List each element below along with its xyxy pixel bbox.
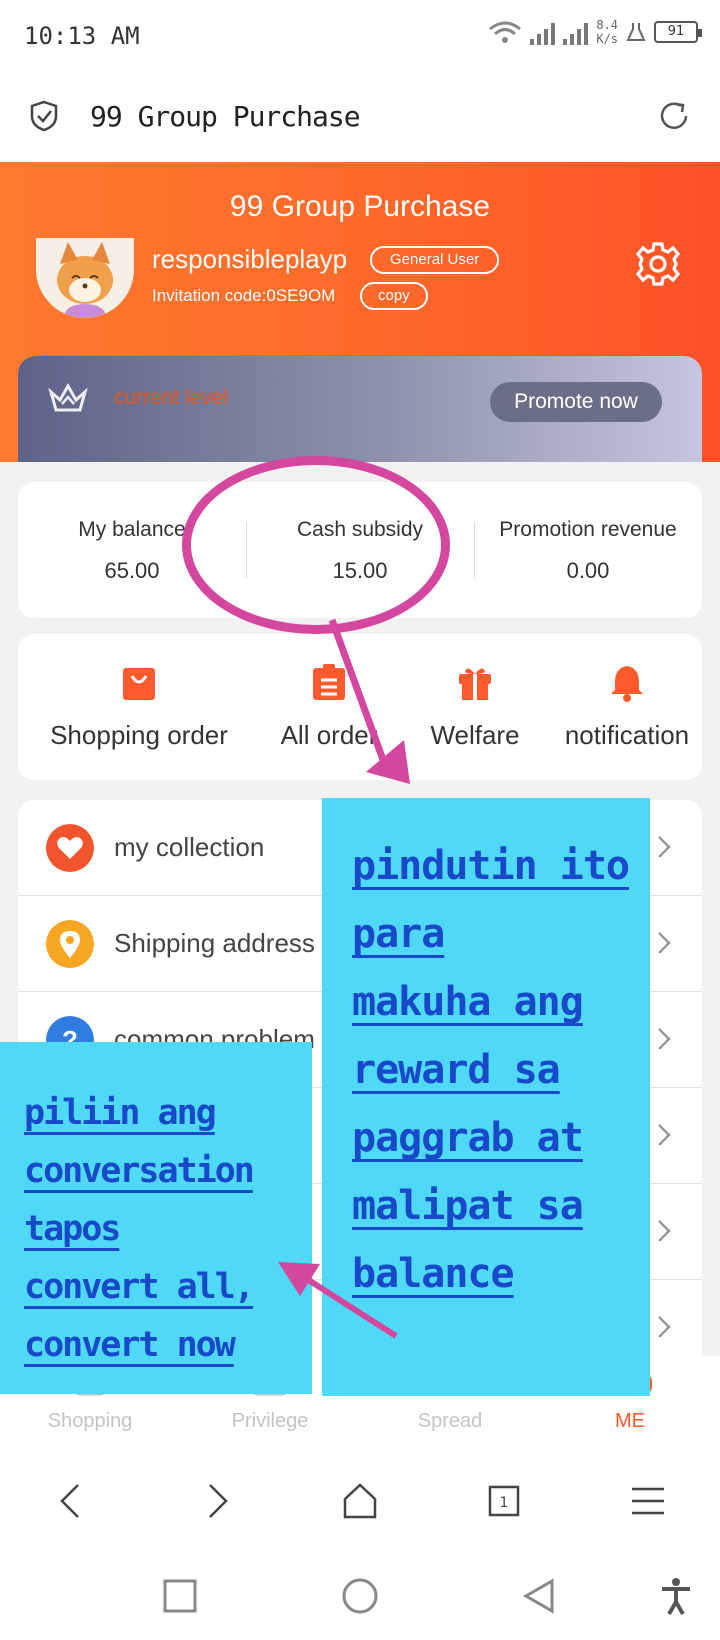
promote-now-button[interactable]: Promote now — [490, 382, 662, 422]
status-bar: 10:13 AM 8.4 K/s 91 — [0, 0, 720, 72]
signal-icon — [530, 19, 556, 45]
menu-label: my collection — [114, 832, 265, 862]
tab-label: Shopping — [47, 1410, 133, 1432]
recent-apps-icon[interactable] — [160, 1576, 200, 1616]
copy-button[interactable]: copy — [360, 282, 428, 310]
order-item-all-order[interactable]: All order — [260, 634, 398, 780]
order-label: All order — [280, 720, 378, 750]
annotation-note-left: piliin ang conversation tapos convert al… — [0, 1042, 312, 1394]
gear-icon[interactable] — [634, 240, 682, 288]
menu-icon[interactable] — [628, 1481, 668, 1521]
balance-item-promotion-revenue[interactable]: Promotion revenue 0.00 — [474, 482, 702, 618]
invitation-code: Invitation code:0SE9OM — [152, 286, 336, 305]
heart-icon — [46, 824, 94, 872]
refresh-icon[interactable] — [656, 98, 692, 134]
battery-icon: 91 — [654, 21, 702, 43]
avatar[interactable] — [36, 238, 134, 318]
status-time: 10:13 AM — [24, 22, 140, 50]
signal-icon-2 — [563, 19, 589, 45]
order-item-welfare[interactable]: Welfare — [398, 634, 552, 780]
home-icon[interactable] — [340, 1481, 380, 1521]
svg-text:1: 1 — [500, 1495, 509, 1511]
balance-value: 0.00 — [566, 558, 610, 583]
orders-card: Shopping order All order Welfare notific… — [18, 634, 702, 780]
username: responsibleplayp — [152, 244, 348, 274]
chevron-right-icon — [658, 1028, 671, 1050]
net-speed-value: 8.4 — [596, 18, 618, 32]
balance-label: Promotion revenue — [499, 518, 677, 541]
shield-icon[interactable] — [30, 100, 58, 132]
browser-nav-bar: 1 — [0, 1456, 720, 1546]
order-item-notification[interactable]: notification — [552, 634, 702, 780]
chevron-right-icon — [658, 932, 671, 954]
tabs-count-icon[interactable]: 1 — [484, 1481, 524, 1521]
order-label: notification — [564, 720, 690, 750]
order-label: Welfare — [430, 720, 520, 750]
chevron-right-icon — [658, 1124, 671, 1146]
flask-icon — [626, 23, 646, 41]
status-indicators: 8.4 K/s 91 — [488, 18, 702, 46]
annotation-text-left: piliin ang conversation tapos convert al… — [24, 1093, 255, 1365]
current-level-label: current level — [114, 386, 229, 409]
chevron-right-icon — [658, 1316, 671, 1338]
net-speed: 8.4 K/s — [596, 18, 618, 46]
back-icon[interactable] — [52, 1481, 92, 1521]
role-badge: General User — [370, 246, 500, 274]
forward-icon[interactable] — [196, 1481, 236, 1521]
back-triangle-icon[interactable] — [520, 1576, 560, 1616]
chevron-right-icon — [658, 836, 671, 858]
fox-avatar-icon — [36, 238, 134, 318]
tab-label: Privilege — [231, 1410, 309, 1432]
order-item-shopping-order[interactable]: Shopping order — [18, 634, 260, 780]
page: 10:13 AM 8.4 K/s 91 99 Group Purchase 99… — [0, 0, 720, 1640]
chevron-right-icon — [658, 1220, 671, 1242]
tab-label: Spread — [417, 1410, 483, 1432]
menu-label: Shipping address — [114, 928, 315, 958]
order-label: Shopping order — [50, 720, 228, 750]
tab-label: ME — [615, 1410, 645, 1432]
divider — [474, 522, 475, 578]
accessibility-icon[interactable] — [656, 1576, 696, 1616]
home-circle-icon[interactable] — [340, 1576, 380, 1616]
browser-page-title: 99 Group Purchase — [90, 100, 361, 133]
annotation-note-right: pindutin ito para makuha ang reward sa p… — [322, 798, 650, 1396]
wifi-icon — [489, 21, 522, 43]
app-title: 99 Group Purchase — [229, 190, 491, 223]
level-card: current level Promote now — [18, 356, 702, 462]
crown-icon — [48, 382, 88, 412]
highlight-circle — [182, 456, 450, 634]
shopping-bag-icon — [123, 668, 155, 700]
system-nav-bar — [0, 1546, 720, 1640]
location-pin-icon — [46, 920, 94, 968]
annotation-text-right: pindutin ito para makuha ang reward sa p… — [352, 843, 630, 1297]
bell-icon — [611, 666, 643, 702]
browser-title-bar: 99 Group Purchase — [0, 72, 720, 162]
net-speed-unit: K/s — [596, 32, 618, 46]
clipboard-icon — [313, 664, 345, 700]
gift-icon — [459, 668, 491, 700]
